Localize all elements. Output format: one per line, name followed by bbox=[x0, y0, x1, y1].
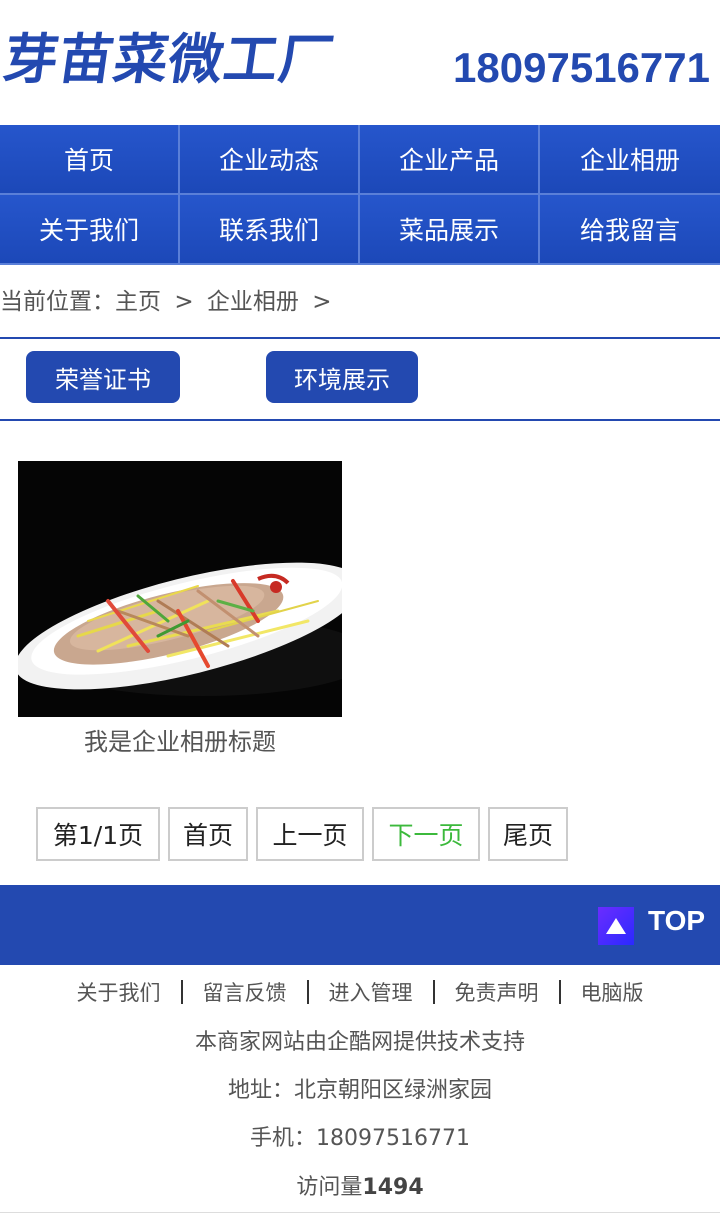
nav-item-products[interactable]: 企业产品 bbox=[360, 125, 540, 195]
category-environment-button[interactable]: 环境展示 bbox=[266, 351, 418, 403]
breadcrumb-current[interactable]: 企业相册 bbox=[207, 289, 299, 315]
divider bbox=[0, 337, 720, 339]
breadcrumb-prefix: 当前位置： bbox=[0, 289, 115, 315]
nav-item-news[interactable]: 企业动态 bbox=[180, 125, 360, 195]
footer-address: 地址：北京朝阳区绿洲家园 bbox=[227, 1078, 492, 1103]
breadcrumb: 当前位置：主页 > 企业相册 > bbox=[0, 282, 338, 316]
footer-visits: 访问量1494 bbox=[0, 1169, 720, 1201]
footer-link-disclaimer[interactable]: 免责声明 bbox=[435, 977, 559, 1007]
pager-status: 第1/1页 bbox=[36, 807, 160, 861]
header-phone[interactable]: 18097516771 bbox=[453, 42, 710, 94]
breadcrumb-separator: > bbox=[312, 289, 332, 315]
nav-item-contact[interactable]: 联系我们 bbox=[180, 195, 360, 265]
site-logo[interactable]: 芽苗菜微工厂 bbox=[0, 28, 338, 92]
footer-link-admin[interactable]: 进入管理 bbox=[309, 977, 433, 1007]
divider bbox=[0, 419, 720, 421]
pager-prev-button[interactable]: 上一页 bbox=[256, 807, 364, 861]
album-item-title[interactable]: 我是企业相册标题 bbox=[18, 722, 342, 757]
footer-link-feedback[interactable]: 留言反馈 bbox=[183, 977, 307, 1007]
nav-item-album[interactable]: 企业相册 bbox=[540, 125, 720, 195]
breadcrumb-home[interactable]: 主页 bbox=[115, 289, 161, 315]
footer-mobile: 手机：18097516771 bbox=[250, 1126, 470, 1151]
dish-illustration bbox=[18, 461, 342, 717]
nav-item-dishes[interactable]: 菜品展示 bbox=[360, 195, 540, 265]
pager-first-button[interactable]: 首页 bbox=[168, 807, 248, 861]
footer-link-about[interactable]: 关于我们 bbox=[57, 977, 181, 1007]
visits-label: 访问量 bbox=[296, 1175, 363, 1200]
back-to-top-button[interactable]: TOP bbox=[648, 905, 705, 937]
nav-item-about[interactable]: 关于我们 bbox=[0, 195, 180, 265]
main-nav: 首页 企业动态 企业产品 企业相册 关于我们 联系我们 菜品展示 给我留言 bbox=[0, 125, 720, 265]
visits-count: 1494 bbox=[362, 1175, 424, 1200]
nav-item-home[interactable]: 首页 bbox=[0, 125, 180, 195]
category-honor-button[interactable]: 荣誉证书 bbox=[26, 351, 180, 403]
back-to-top-bar: TOP bbox=[0, 885, 720, 965]
footer-link-desktop[interactable]: 电脑版 bbox=[561, 977, 664, 1007]
pager-last-button[interactable]: 尾页 bbox=[488, 807, 568, 861]
site-header: 芽苗菜微工厂 18097516771 bbox=[0, 0, 720, 125]
divider bbox=[0, 1212, 720, 1213]
arrow-up-icon[interactable] bbox=[598, 907, 634, 945]
pager-next-button[interactable]: 下一页 bbox=[372, 807, 480, 861]
footer-support-text: 本商家网站由企酷网提供技术支持 bbox=[194, 1030, 525, 1055]
nav-item-message[interactable]: 给我留言 bbox=[540, 195, 720, 265]
breadcrumb-separator: > bbox=[174, 289, 194, 315]
album-image[interactable] bbox=[18, 461, 342, 717]
footer-links: 关于我们 留言反馈 进入管理 免责声明 电脑版 bbox=[0, 974, 720, 1010]
